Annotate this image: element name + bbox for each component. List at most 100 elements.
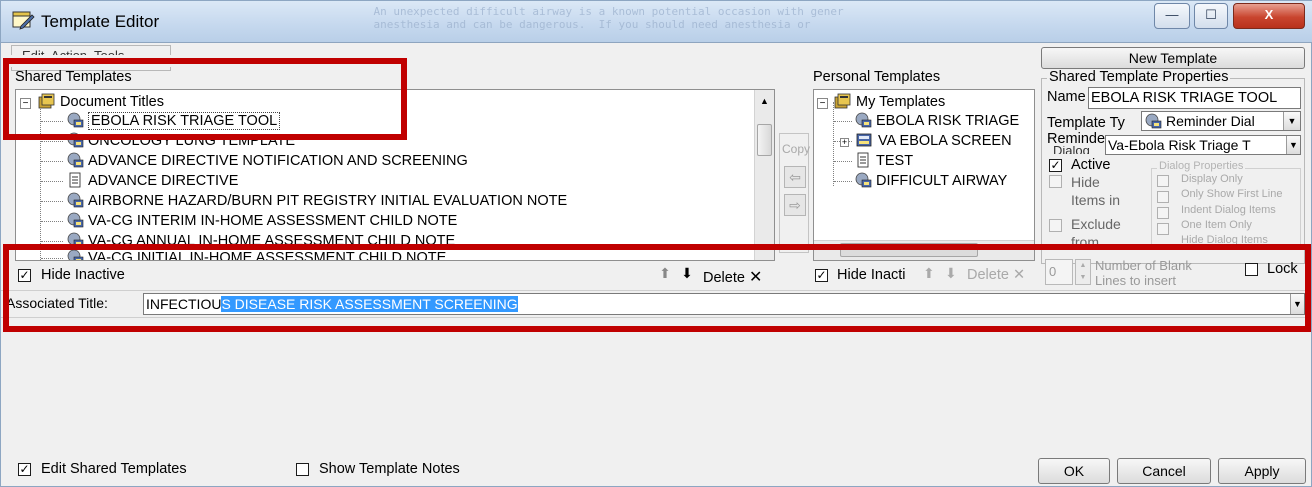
template-editor-icon [12, 11, 35, 30]
personal-delete-button[interactable]: Delete ✕ [967, 267, 1025, 283]
shared-item[interactable]: ADVANCE DIRECTIVE [66, 171, 238, 191]
shared-item[interactable]: EBOLA RISK TRIAGE TOOL [66, 111, 281, 131]
exclude-from-label: Exclude from [1071, 216, 1121, 249]
hide-items-checkbox[interactable] [1049, 175, 1062, 188]
dropdown-arrow-icon[interactable]: ▼ [1290, 294, 1304, 314]
edit-shared-templates-label: Edit Shared Templates [41, 461, 187, 477]
maximize-button[interactable]: ☐ [1194, 3, 1228, 29]
template-type-select[interactable]: Reminder Dial ▼ [1141, 111, 1301, 131]
name-label: Name [1047, 89, 1086, 105]
personal-templates-heading: Personal Templates [813, 69, 941, 85]
active-label: Active [1071, 157, 1111, 173]
my-templates-icon [834, 93, 851, 109]
name-field[interactable]: EBOLA RISK TRIAGE TOOL [1088, 87, 1301, 109]
reminder-dialog-icon [67, 112, 84, 128]
one-item-checkbox[interactable] [1157, 223, 1169, 235]
properties-legend: Shared Template Properties [1047, 69, 1231, 85]
window-title: Template Editor [41, 12, 160, 31]
personal-item[interactable]: EBOLA RISK TRIAGE [854, 111, 1019, 131]
personal-item[interactable]: TEST [854, 151, 913, 171]
active-checkbox[interactable]: ✓ [1049, 159, 1062, 172]
reminder-dialog-icon [67, 212, 84, 228]
first-line-label: Only Show First Line [1181, 188, 1283, 200]
exclude-from-checkbox[interactable] [1049, 219, 1062, 232]
reminder-dialog-icon [67, 132, 84, 148]
reminder-dialog-icon [855, 112, 872, 128]
reminder-dialog-icon [1145, 113, 1162, 129]
delete-x-icon: ✕ [748, 269, 763, 286]
reminder-dialog-icon [67, 232, 84, 248]
associated-title-select[interactable]: INFECTIOUS DISEASE RISK ASSESSMENT SCREE… [143, 293, 1305, 315]
copy-right-arrow-icon[interactable]: ⇨ [784, 194, 806, 216]
personal-item[interactable]: + VA EBOLA SCREEN [840, 131, 1012, 151]
hide-items-label: Hide Items in [1071, 174, 1121, 208]
copy-left-arrow-icon[interactable]: ⇦ [784, 166, 806, 188]
minimize-button[interactable]: — [1154, 3, 1190, 29]
lock-checkbox[interactable] [1245, 263, 1258, 276]
collapse-icon[interactable]: − [20, 98, 31, 109]
shared-item[interactable]: AIRBORNE HAZARD/BURN PIT REGISTRY INITIA… [66, 191, 567, 211]
indent-items-checkbox[interactable] [1157, 207, 1169, 219]
shared-item[interactable]: VA-CG INTERIM IN-HOME ASSESSMENT CHILD N… [66, 211, 457, 231]
minimize-icon: — [1165, 7, 1179, 22]
reminder-dialog-icon [67, 249, 84, 260]
scroll-up-icon[interactable]: ▲ [760, 96, 769, 106]
personal-templates-tree[interactable]: − My Templates EBOLA RISK TRIAGE + VA EB… [813, 89, 1035, 261]
apply-button[interactable]: Apply [1218, 458, 1306, 484]
shared-item[interactable]: ADVANCE DIRECTIVE NOTIFICATION AND SCREE… [66, 151, 468, 171]
personal-hide-inactive-checkbox[interactable]: ✓ [815, 269, 828, 282]
document-icon [857, 152, 869, 168]
background-window-text: An unexpected difficult airway is a know… [373, 5, 844, 31]
shared-delete-button[interactable]: Delete ✕ [703, 267, 762, 287]
reminder-dialog-select[interactable]: Va-Ebola Risk Triage T ▼ [1105, 135, 1301, 155]
title-bar[interactable]: An unexpected difficult airway is a know… [1, 1, 1312, 43]
edit-shared-templates-checkbox[interactable]: ✓ [18, 463, 31, 476]
hide-dialog-items-label: Hide Dialog Items [1181, 234, 1268, 246]
cancel-button[interactable]: Cancel [1117, 458, 1211, 484]
hscroll-thumb[interactable] [840, 243, 978, 257]
shared-item[interactable]: ONCOLOGY LUNG TEMPLATE [66, 131, 295, 151]
shared-templates-heading: Shared Templates [15, 69, 132, 85]
personal-move-up-icon[interactable]: ⬆ [923, 265, 935, 282]
tree-root-document-titles[interactable]: − Document Titles [20, 92, 164, 112]
collapse-icon[interactable]: − [817, 98, 828, 109]
first-line-checkbox[interactable] [1157, 191, 1169, 203]
shared-tree-scrollbar[interactable]: ▲ [754, 90, 774, 260]
reminder-dialog-icon [855, 172, 872, 188]
hide-inactive-checkbox[interactable]: ✓ [18, 269, 31, 282]
scroll-thumb[interactable] [757, 124, 772, 156]
personal-hide-inactive-label: Hide Inacti [837, 267, 906, 283]
spinner-arrows-icon[interactable]: ▲ ▼ [1075, 259, 1091, 285]
reminder-dialog-icon [67, 152, 84, 168]
ok-button[interactable]: OK [1038, 458, 1110, 484]
personal-move-down-icon[interactable]: ⬇ [945, 265, 957, 282]
display-only-checkbox[interactable] [1157, 175, 1169, 187]
delete-x-icon: ✕ [1012, 267, 1026, 283]
blank-lines-label: Number of Blank Lines to insert [1095, 258, 1192, 286]
hide-inactive-label: Hide Inactive [41, 267, 125, 283]
personal-tree-hscrollbar[interactable] [814, 240, 1034, 260]
shared-item[interactable]: VA-CG INITIAL IN-HOME ASSESSMENT CHILD N… [66, 248, 446, 260]
template-type-label: Template Ty [1047, 115, 1125, 131]
copy-column: Copy ⇦ ⇨ [779, 133, 811, 253]
associated-title-label: Associated Title: [6, 295, 108, 311]
dropdown-arrow-icon[interactable]: ▼ [1283, 112, 1300, 130]
move-up-arrow-icon[interactable]: ⬆ [655, 265, 675, 285]
new-template-button[interactable]: New Template [1041, 47, 1305, 69]
copy-label: Copy [782, 142, 811, 156]
show-template-notes-label: Show Template Notes [319, 461, 460, 477]
template-notes-area[interactable] [5, 321, 1307, 453]
close-button[interactable]: X [1233, 3, 1305, 29]
reminder-dialog-icon [67, 192, 84, 208]
shared-templates-tree[interactable]: − Document Titles EBOLA RISK TRIAGE TOOL… [15, 89, 775, 261]
expand-icon[interactable]: + [840, 138, 849, 147]
blank-lines-spinner[interactable]: 0 [1045, 259, 1073, 285]
close-icon: X [1264, 7, 1274, 22]
lock-label: Lock [1267, 261, 1298, 277]
tree-root-my-templates[interactable]: − My Templates [817, 92, 945, 112]
dialog-properties-legend: Dialog Properties [1157, 160, 1246, 172]
personal-item[interactable]: DIFFICULT AIRWAY [854, 171, 1007, 191]
dropdown-arrow-icon[interactable]: ▼ [1286, 136, 1300, 154]
move-down-arrow-icon[interactable]: ⬇ [677, 265, 697, 285]
show-template-notes-checkbox[interactable] [296, 463, 309, 476]
